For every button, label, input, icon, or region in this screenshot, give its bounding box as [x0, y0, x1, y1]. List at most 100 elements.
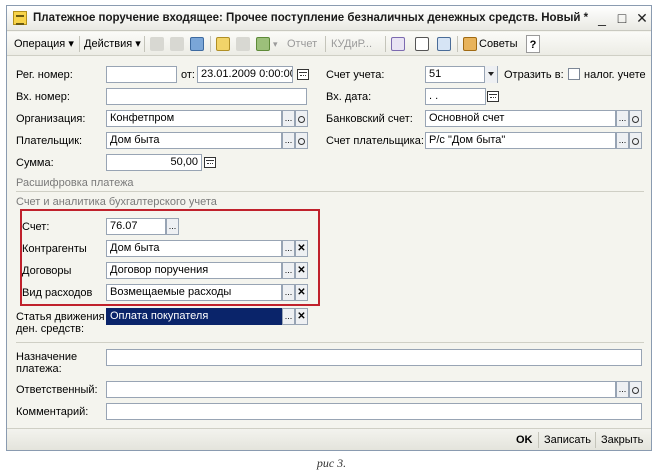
organization-label: Организация:	[16, 113, 86, 125]
close-button[interactable]: Закрыть	[601, 432, 643, 448]
close-window-button[interactable]: ✕	[633, 9, 651, 27]
cash-flow-field[interactable]: Оплата покупателя	[106, 308, 282, 325]
table-icon[interactable]	[437, 37, 451, 51]
button-separator	[595, 432, 596, 448]
copy-icon[interactable]	[236, 37, 250, 51]
contragents-field[interactable]: Дом быта	[106, 240, 282, 257]
sum-field[interactable]: 50,00	[106, 154, 202, 171]
operation-menu[interactable]: Операция ▾	[14, 35, 74, 53]
sum-label: Сумма:	[16, 157, 54, 169]
print-preview-icon[interactable]	[216, 37, 230, 51]
minimize-button[interactable]: _	[593, 9, 611, 27]
purpose-field[interactable]	[106, 349, 642, 366]
schet-label: Счет:	[22, 221, 50, 233]
button-separator	[538, 432, 539, 448]
select-button[interactable]: ...	[616, 381, 629, 398]
responsible-field[interactable]	[106, 381, 616, 398]
toolbar: Операция ▾ Действия ▾ ▾ Отчет КУДиР... С…	[7, 32, 651, 56]
toolbar-separator	[457, 36, 458, 52]
select-button[interactable]: ...	[282, 132, 295, 149]
calculator-icon[interactable]	[204, 157, 216, 168]
figure-caption: рис 3.	[316, 456, 347, 470]
search-icon[interactable]	[295, 132, 308, 149]
select-button[interactable]: ...	[282, 110, 295, 127]
select-button[interactable]: ...	[282, 308, 295, 325]
calendar-icon[interactable]	[487, 91, 499, 102]
in-number-label: Вх. номер:	[16, 91, 70, 103]
divider	[16, 342, 644, 343]
accounting-section-title: Счет и аналитика бухгалтерского учета	[16, 196, 217, 208]
calendar-icon[interactable]	[297, 69, 309, 80]
save-button[interactable]: Записать	[544, 432, 591, 448]
select-button[interactable]: ...	[166, 218, 179, 235]
actions-menu[interactable]: Действия ▾	[84, 35, 141, 53]
kudir-button[interactable]: КУДиР...	[331, 35, 372, 53]
purpose-label-line1: Назначение	[16, 351, 78, 363]
ok-button[interactable]: OK	[516, 432, 533, 448]
document-icon	[13, 11, 27, 25]
refresh-icon[interactable]	[190, 37, 204, 51]
contragents-label: Контрагенты	[22, 243, 87, 255]
reg-number-field[interactable]	[106, 66, 177, 83]
structure-icon[interactable]	[256, 37, 270, 51]
contracts-field[interactable]: Договор поручения	[106, 262, 282, 279]
from-label: от:	[181, 69, 195, 81]
post-icon[interactable]	[150, 37, 164, 51]
select-button[interactable]: ...	[282, 262, 295, 279]
organization-field[interactable]: Конфетпром	[106, 110, 282, 127]
divider	[16, 191, 644, 192]
toolbar-separator	[385, 36, 386, 52]
select-button[interactable]: ...	[282, 240, 295, 257]
window-title: Платежное поручение входящее: Прочее пос…	[33, 12, 589, 24]
toolbar-separator	[79, 36, 80, 52]
payer-account-label: Счет плательщика:	[326, 135, 424, 147]
clear-icon[interactable]: ✕	[295, 308, 308, 325]
responsible-label: Ответственный:	[16, 384, 98, 396]
account-label: Счет учета:	[326, 69, 385, 81]
bank-account-label: Банковский счет:	[326, 113, 413, 125]
select-button[interactable]: ...	[616, 110, 629, 127]
cash-flow-label-line2: ден. средств:	[16, 323, 85, 335]
search-icon[interactable]	[295, 110, 308, 127]
report-button[interactable]: Отчет	[287, 35, 317, 53]
search-icon[interactable]	[629, 381, 642, 398]
expense-type-field[interactable]: Возмещаемые расходы	[106, 284, 282, 301]
comment-field[interactable]	[106, 403, 642, 420]
advice-button[interactable]: Советы	[479, 35, 517, 53]
search-icon[interactable]	[629, 110, 642, 127]
cash-flow-label-line1: Статья движения	[16, 311, 105, 323]
payer-account-field[interactable]: Р/с "Дом быта"	[425, 132, 616, 149]
tax-accounting-checkbox[interactable]	[568, 68, 580, 80]
clear-icon[interactable]: ✕	[295, 284, 308, 301]
reflect-label: Отразить в:	[504, 69, 564, 81]
expense-type-label: Вид расходов	[22, 287, 93, 299]
decode-section-title: Расшифровка платежа	[16, 177, 134, 189]
schet-field[interactable]: 76.07	[106, 218, 166, 235]
maximize-button[interactable]: □	[613, 9, 631, 27]
search-icon[interactable]	[629, 132, 642, 149]
in-date-label: Вх. дата:	[326, 91, 372, 103]
button-bar: OK Записать Закрыть	[7, 428, 651, 450]
select-button[interactable]: ...	[282, 284, 295, 301]
document-list-icon[interactable]	[415, 37, 429, 51]
dropdown-arrow-icon[interactable]: ▾	[273, 35, 278, 53]
clear-icon[interactable]: ✕	[295, 240, 308, 257]
toolbar-separator	[210, 36, 211, 52]
purpose-label-line2: платежа:	[16, 363, 62, 375]
advice-icon	[463, 37, 477, 51]
dt-kt-icon[interactable]	[391, 37, 405, 51]
unpost-icon[interactable]	[170, 37, 184, 51]
bank-account-field[interactable]: Основной счет	[425, 110, 616, 127]
clear-icon[interactable]: ✕	[295, 262, 308, 279]
tax-accounting-label: налог. учете	[584, 69, 646, 81]
payer-field[interactable]: Дом быта	[106, 132, 282, 149]
in-date-field[interactable]: . .	[425, 88, 486, 105]
payer-label: Плательщик:	[16, 135, 83, 147]
select-button[interactable]: ...	[616, 132, 629, 149]
contracts-label: Договоры	[22, 265, 72, 277]
date-field[interactable]: 23.01.2009 0:00:00	[197, 66, 293, 83]
in-number-field[interactable]	[106, 88, 307, 105]
chevron-down-icon[interactable]	[484, 66, 497, 83]
help-button[interactable]: ?	[526, 35, 540, 53]
comment-label: Комментарий:	[16, 406, 89, 418]
